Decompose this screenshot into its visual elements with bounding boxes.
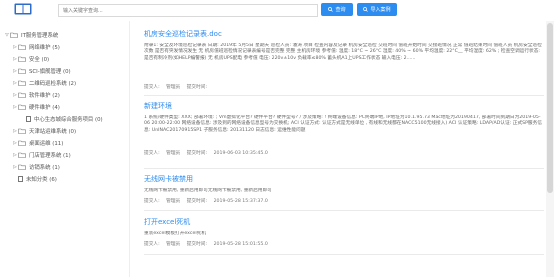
submit-time: 2019-06-03 10:35:45.0 <box>213 151 268 156</box>
submit-time: 2019-05-28 15:37:37.0 <box>213 199 268 204</box>
import-button[interactable]: 导入案例 <box>357 3 397 16</box>
tree-item-label: 访销系统 (1) <box>29 165 60 171</box>
tree-item-label: 网络维护 (5) <box>29 45 60 51</box>
result-meta: 提交人: 管理员 提交时间: <box>144 84 544 90</box>
tree-item[interactable]: ▷ 桌面运维 (11) <box>12 138 63 148</box>
result-title-link[interactable]: 机房安全巡检记录表.doc <box>144 29 544 39</box>
tree-item[interactable]: ▷ 门店管理系统 (1) <box>12 150 71 160</box>
folder-icon <box>18 128 26 134</box>
folder-icon <box>18 104 26 110</box>
top-toolbar: 查询 导入案例 <box>0 0 554 20</box>
result-meta: 提交人: 管理员 提交时间: 2019-05-28 15:01:55.0 <box>144 241 544 247</box>
submitter-label: 提交人: <box>144 199 160 204</box>
result-excerpt: 附录1: 安全及环境巡检记录表 日期: 2019年 5月5日 星期天 巡检人员:… <box>144 43 542 61</box>
submitter-label: 提交人: <box>144 242 160 247</box>
tree-item[interactable]: 中心生态城综合服务项目 (0) <box>26 114 103 124</box>
tree-item[interactable]: ▷ 访销系统 (1) <box>12 162 60 172</box>
search-icon <box>363 7 369 12</box>
folder-icon <box>18 152 26 158</box>
submit-time-label: 提交时间: <box>186 242 208 247</box>
category-tree: ▽ IT服务管理系统 ▷ 网络维护 (5) ▷ 安全 (0) ▷ SCI-旗舰管… <box>0 21 130 277</box>
search-results: 机房安全巡检记录表.doc 附录1: 安全及环境巡检记录表 日期: 2019年 … <box>138 21 546 277</box>
tree-item[interactable]: 未知分类 (6) <box>18 174 57 184</box>
query-button-label: 查询 <box>335 7 346 13</box>
divider <box>144 254 544 255</box>
submit-time-label: 提交时间: <box>186 199 208 204</box>
result-item: 打开excel死机 重装excel模板打开excel死机 提交人: 管理员 提交… <box>144 217 544 247</box>
submitter-name: 管理员 <box>166 242 181 247</box>
submit-time: 2019-05-28 15:01:55.0 <box>213 242 268 247</box>
folder-icon <box>18 44 26 50</box>
divider <box>144 168 544 169</box>
submit-time-label: 提交时间: <box>186 151 208 156</box>
submitter-name: 管理员 <box>166 85 181 90</box>
book-logo-icon <box>14 3 32 15</box>
result-item: 新建环境 1 系统/硬件类型: XXX; 部署环境: ; Vm虚拟化平台? 硬件… <box>144 101 544 156</box>
tree-item[interactable]: ▷ 软件维护 (2) <box>12 90 60 100</box>
result-title-link[interactable]: 新建环境 <box>144 101 544 111</box>
import-button-label: 导入案例 <box>370 7 391 13</box>
result-excerpt: 无线网卡被禁用, 重新启用即可无线网卡被禁用, 重新启用即可 <box>144 188 272 193</box>
folder-icon <box>18 68 26 74</box>
submitter-name: 管理员 <box>166 151 181 156</box>
tree-item[interactable]: ▷ 二维码巡检系统 (2) <box>12 78 76 88</box>
tree-item-label: 中心生态城综合服务项目 (0) <box>34 117 103 123</box>
submit-time-label: 提交时间: <box>186 85 208 90</box>
file-icon <box>18 176 23 182</box>
tree-item[interactable]: ▷ 硬件维护 (4) <box>12 102 60 112</box>
tree-item[interactable]: ▷ 天津站运维系统 (0) <box>12 126 76 136</box>
query-button[interactable]: 查询 <box>321 3 353 16</box>
scroll-thumb[interactable] <box>547 23 553 193</box>
submitter-label: 提交人: <box>144 151 160 156</box>
tree-item[interactable]: ▷ SCI-旗舰管理 (0) <box>12 66 71 76</box>
tree-item-label: SCI-旗舰管理 (0) <box>29 69 71 75</box>
divider <box>144 210 544 211</box>
result-meta: 提交人: 管理员 提交时间: 2019-05-28 15:37:37.0 <box>144 198 544 204</box>
search-icon <box>328 7 334 12</box>
search-input[interactable] <box>58 4 318 17</box>
result-title-link[interactable]: 无线网卡被禁用 <box>144 174 544 184</box>
tree-item[interactable]: ▷ 网络维护 (5) <box>12 42 60 52</box>
tree-item-label: 桌面运维 (11) <box>29 141 64 147</box>
tree-item-label: 软件维护 (2) <box>29 93 60 99</box>
folder-open-icon <box>10 32 18 38</box>
result-meta: 提交人: 管理员 提交时间: 2019-06-03 10:35:45.0 <box>144 150 544 156</box>
divider <box>144 95 544 96</box>
folder-icon <box>18 92 26 98</box>
folder-icon <box>18 140 26 146</box>
tree-root[interactable]: ▽ IT服务管理系统 <box>4 30 58 40</box>
submitter-label: 提交人: <box>144 85 160 90</box>
tree-item[interactable]: ▷ 安全 (0) <box>12 54 49 64</box>
tree-item-label: 天津站运维系统 (0) <box>29 129 77 135</box>
folder-icon <box>18 164 26 170</box>
tree-item-label: 安全 (0) <box>29 57 50 63</box>
content-scrollbar[interactable] <box>546 21 554 277</box>
tree-item-label: 未知分类 (6) <box>26 177 57 183</box>
result-item: 机房安全巡检记录表.doc 附录1: 安全及环境巡检记录表 日期: 2019年 … <box>144 29 544 90</box>
folder-icon <box>18 80 26 86</box>
result-title-link[interactable]: 打开excel死机 <box>144 217 544 227</box>
tree-item-label: 硬件维护 (4) <box>29 105 60 111</box>
submitter-name: 管理员 <box>166 199 181 204</box>
result-excerpt: 1 系统/硬件类型: XXX; 部署环境: ; Vm虚拟化平台? 硬件平台? 硬… <box>144 115 542 133</box>
folder-icon <box>18 56 26 62</box>
tree-root-label: IT服务管理系统 <box>21 33 59 39</box>
tree-item-label: 门店管理系统 (1) <box>29 153 71 159</box>
file-icon <box>26 116 31 122</box>
result-item: 无线网卡被禁用 无线网卡被禁用, 重新启用即可无线网卡被禁用, 重新启用即可 提… <box>144 174 544 204</box>
tree-item-label: 二维码巡检系统 (2) <box>29 81 77 87</box>
result-excerpt: 重装excel模板打开excel死机 <box>144 231 207 236</box>
